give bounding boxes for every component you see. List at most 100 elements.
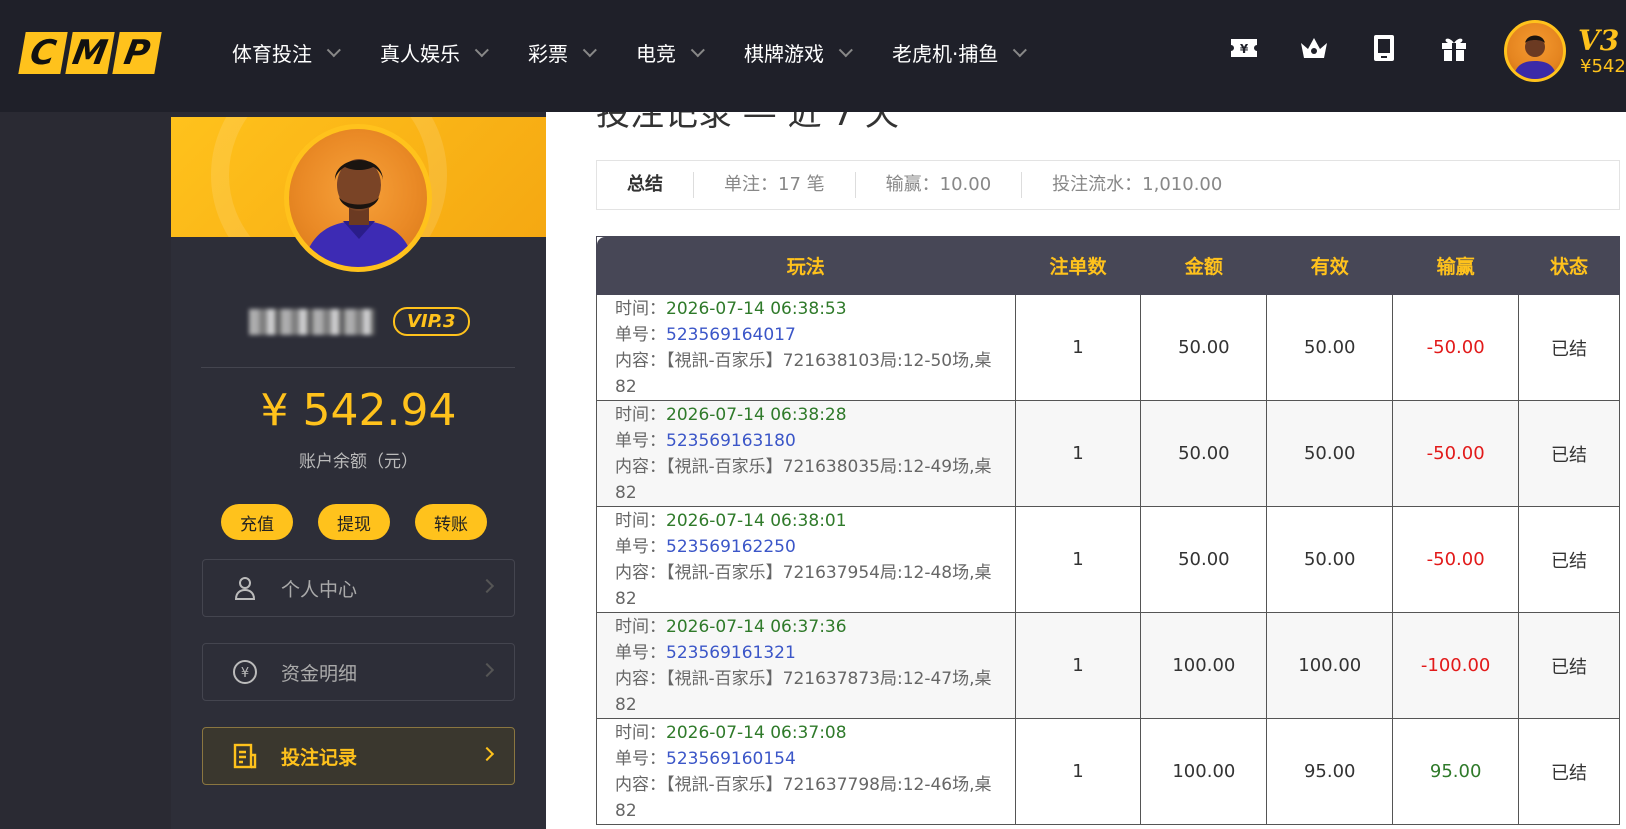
transfer-button[interactable]: 转账 [415,504,487,540]
nav-label: 体育投注 [232,42,312,66]
nav-esports[interactable]: 电竞 [636,38,705,67]
vip-level-badge: V3 [1578,24,1620,57]
chevron-right-icon [479,746,495,762]
sidebar-item-label: 资金明细 [281,662,358,685]
bet-win-loss: -50.00 [1392,400,1520,507]
bet-content: 【視訊-百家乐】721637798局:12-46场,桌82 [615,774,992,821]
summary-turnover: 投注流水：1,010.00 [1052,174,1223,195]
time-label: 时间： [615,510,666,531]
chevron-right-icon [479,578,495,594]
deposit-button[interactable]: 充值 [221,504,293,540]
time-label: 时间： [615,404,666,425]
chevron-down-icon [1013,42,1028,57]
bet-order-line: 单号：523569162250 [615,534,1001,560]
bet-time: 2026-07-14 06:38:28 [666,404,847,425]
bet-order-line: 单号：523569164017 [615,322,1001,348]
ticket-yuan-icon[interactable]: ¥ [1228,32,1260,64]
table-row[interactable]: 时间：2026-07-14 06:37:08 单号：523569160154 内容：… [596,718,1620,825]
time-label: 时间： [615,616,666,637]
column-header-count: 注单数 [1014,236,1142,295]
nav-label: 真人娱乐 [380,42,460,66]
nav-slots-fishing[interactable]: 老虎机·捕鱼 [892,38,1028,67]
bet-order-link[interactable]: 523569162250 [666,537,796,557]
main-content: 投注记录 — 近 7 天 总结 单注：17 笔 输赢：10.00 投注流水：1,… [546,112,1626,829]
bet-valid: 50.00 [1266,506,1394,613]
summary-win-loss: 输赢：10.00 [856,172,1023,198]
nav-label: 彩票 [528,42,568,66]
bet-count: 1 [1014,718,1142,825]
withdraw-button[interactable]: 提现 [318,504,390,540]
nav-card-games[interactable]: 棋牌游戏 [744,38,853,67]
nav-live-casino[interactable]: 真人娱乐 [380,38,489,67]
bet-order-line: 单号：523569160154 [615,746,1001,772]
svg-text:¥: ¥ [1240,42,1249,56]
bet-count: 1 [1014,506,1142,613]
logo[interactable]: C M P [18,32,162,74]
order-label: 单号： [615,324,666,345]
order-label: 单号： [615,536,666,557]
nav-sports[interactable]: 体育投注 [232,38,341,67]
chevron-down-icon [326,42,341,57]
summary-bar: 总结 单注：17 笔 输赢：10.00 投注流水：1,010.00 [596,160,1620,210]
bet-content-line: 内容：【視訊-百家乐】721637798局:12-46场,桌82 [615,772,1001,824]
bet-info-cell: 时间：2026-07-14 06:38:01 单号：523569162250 内容：… [596,506,1016,613]
bet-valid: 50.00 [1266,400,1394,507]
content-label: 内容： [615,562,666,583]
bet-win-loss: -50.00 [1392,506,1520,613]
nav-lottery[interactable]: 彩票 [528,38,597,67]
sidebar-item-profile[interactable]: 个人中心 [202,559,515,617]
header-avatar[interactable] [1504,20,1566,82]
bet-count: 1 [1014,612,1142,719]
bet-status: 已结 [1518,400,1620,507]
table-row[interactable]: 时间：2026-07-14 06:37:36 单号：523569161321 内容：… [596,612,1620,719]
bet-time-line: 时间：2026-07-14 06:38:01 [615,508,1001,534]
tablet-icon[interactable] [1368,32,1400,64]
table-row[interactable]: 时间：2026-07-14 06:38:28 单号：523569163180 内容：… [596,400,1620,507]
svg-text:¥: ¥ [241,666,249,681]
bet-count: 1 [1014,400,1142,507]
sidebar-item-label: 投注记录 [281,746,358,769]
bet-order-link[interactable]: 523569163180 [666,431,796,451]
sidebar-item-funds[interactable]: ¥ 资金明细 [202,643,515,701]
bet-content: 【視訊-百家乐】721638103局:12-50场,桌82 [615,350,992,397]
chevron-down-icon [474,42,489,57]
gift-icon[interactable] [1438,32,1470,64]
logo-letter: P [112,32,162,74]
user-avatar[interactable] [284,124,432,272]
bet-info-cell: 时间：2026-07-14 06:38:28 单号：523569163180 内容：… [596,400,1016,507]
column-header-winloss: 输赢 [1392,236,1520,295]
content-label: 内容： [615,350,666,371]
balance-label: 账户余额（元） [299,452,418,472]
account-sidebar: VIP.3 ¥ 542.94 账户余额（元） 充值 提现 转账 个人中心 ¥ 资… [171,117,546,829]
bet-win-loss: -100.00 [1392,612,1520,719]
bet-order-link[interactable]: 523569160154 [666,749,796,769]
vip-tag: VIP.3 [393,307,470,336]
user-icon [231,574,259,602]
bet-valid: 100.00 [1266,612,1394,719]
bet-order-link[interactable]: 523569161321 [666,643,796,663]
header-icons: ¥ [1228,32,1470,64]
bet-amount: 50.00 [1140,294,1268,401]
crown-icon[interactable] [1298,32,1330,64]
masked-username [249,308,375,335]
bet-time: 2026-07-14 06:38:53 [666,298,847,319]
bet-win-loss: 95.00 [1392,718,1520,825]
table-row[interactable]: 时间：2026-07-14 06:38:01 单号：523569162250 内容：… [596,506,1620,613]
bet-info-cell: 时间：2026-07-14 06:37:08 单号：523569160154 内容：… [596,718,1016,825]
chevron-down-icon [838,42,853,57]
order-label: 单号： [615,642,666,663]
bet-content-line: 内容：【視訊-百家乐】721637873局:12-47场,桌82 [615,666,1001,718]
main-nav: 体育投注 真人娱乐 彩票 电竞 棋牌游戏 老虎机·捕鱼 [232,38,1066,67]
bet-time-line: 时间：2026-07-14 06:38:28 [615,402,1001,428]
order-label: 单号： [615,430,666,451]
user-identity: VIP.3 [249,307,470,336]
sidebar-item-bet-records[interactable]: 投注记录 [202,727,515,785]
column-header-game: 玩法 [596,236,1016,295]
table-row[interactable]: 时间：2026-07-14 06:38:53 单号：523569164017 内容：… [596,294,1620,401]
page-title: 投注记录 — 近 7 天 [596,112,899,134]
bet-order-link[interactable]: 523569164017 [666,325,796,345]
content-label: 内容： [615,668,666,689]
bet-status: 已结 [1518,294,1620,401]
bet-content: 【視訊-百家乐】721637954局:12-48场,桌82 [615,562,992,609]
bet-status: 已结 [1518,506,1620,613]
